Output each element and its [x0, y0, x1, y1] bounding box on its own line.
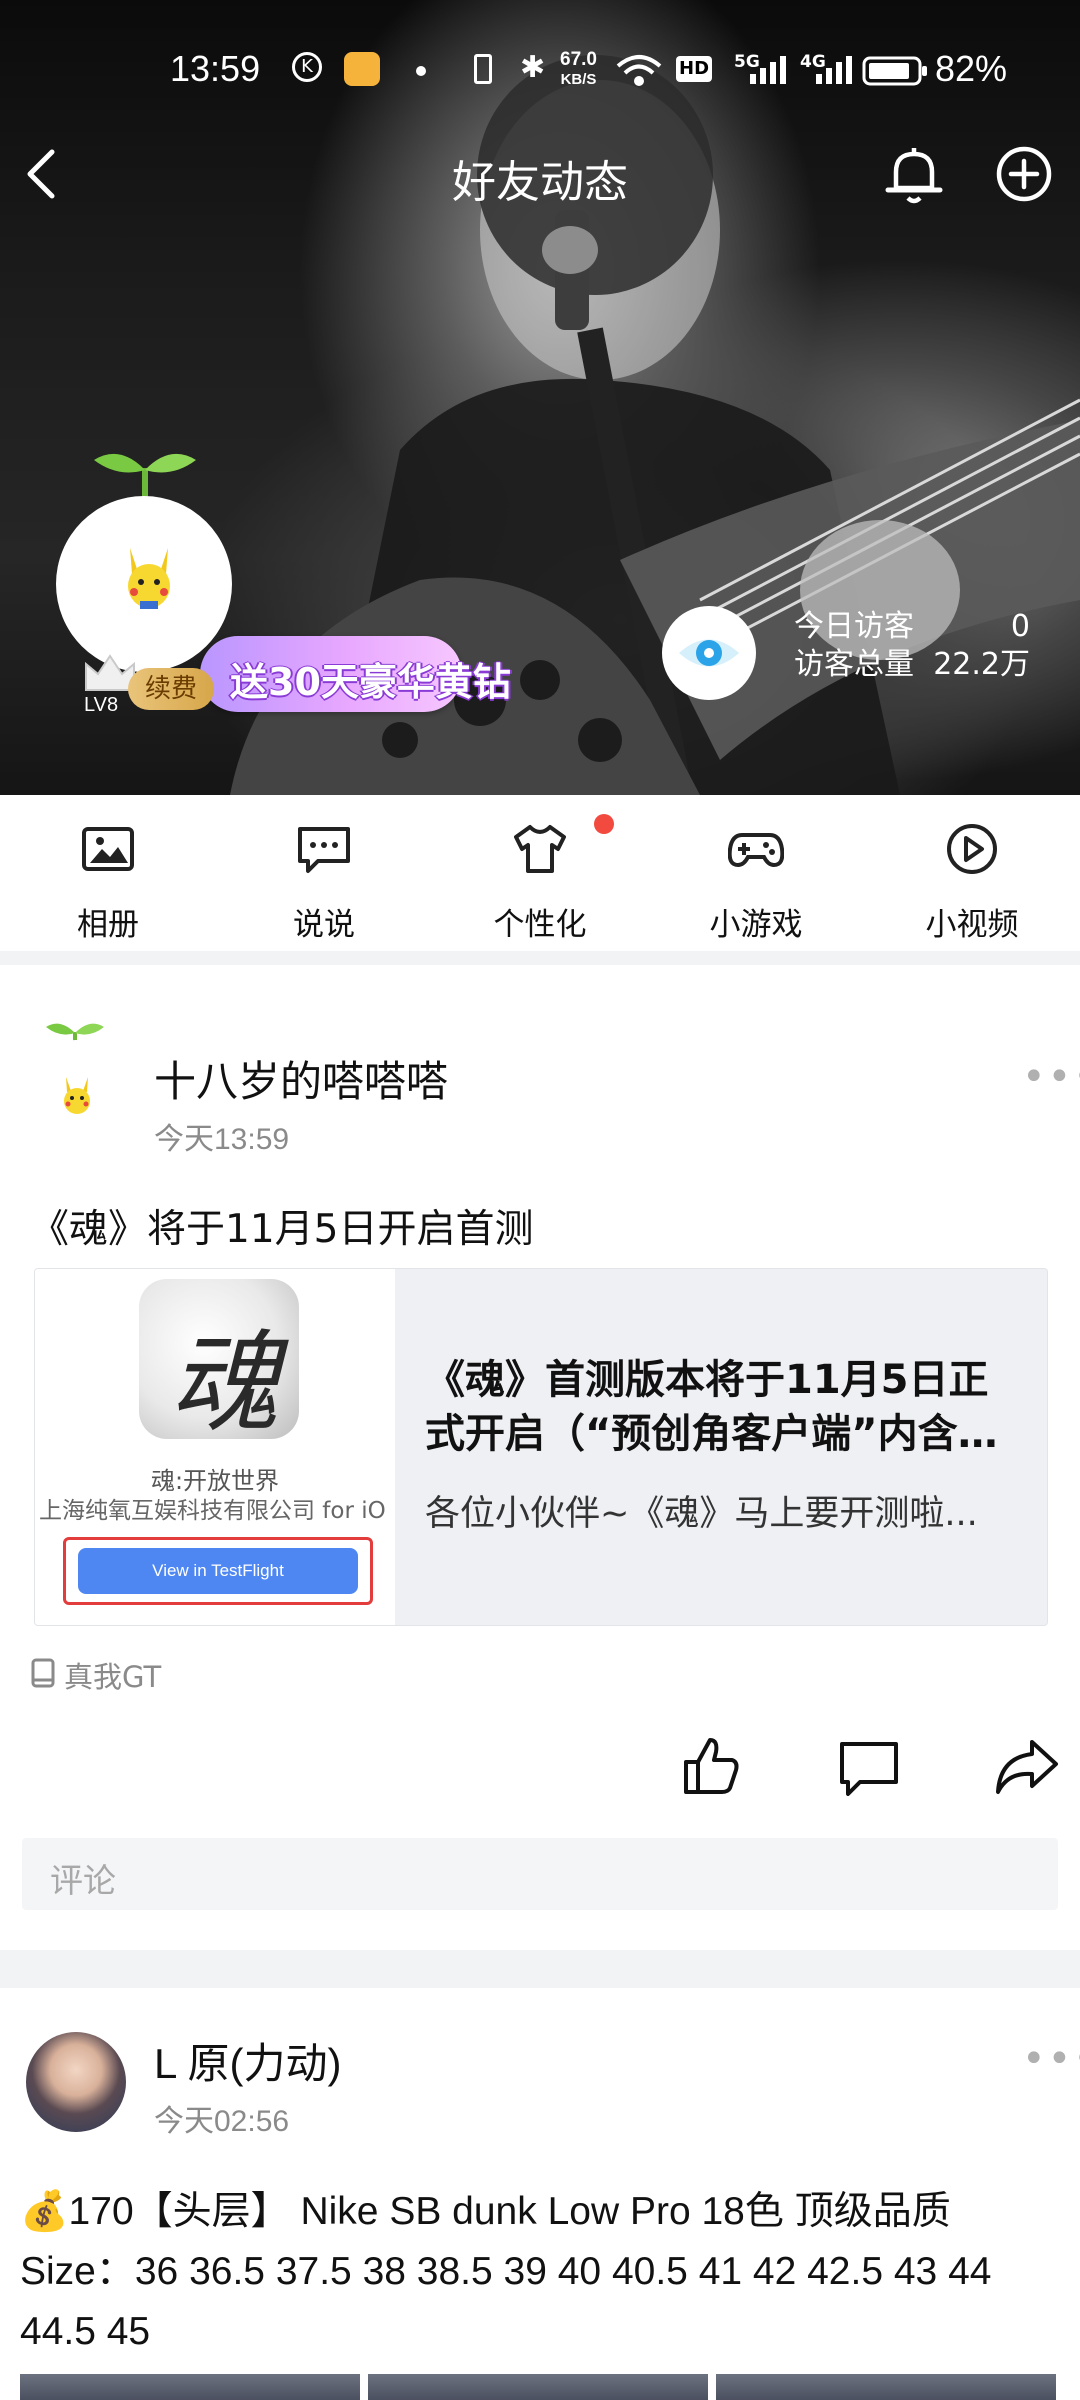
shortcut-moments-label: 说说: [293, 907, 355, 943]
post-image[interactable]: [368, 2374, 708, 2400]
post-image-strip: [20, 2374, 1060, 2400]
shortcut-bar: 相册 说说 个性化 小游戏 小视频: [0, 795, 1080, 951]
app-developer: 上海纯氧互娱科技有限公司 for iO: [39, 1498, 386, 1524]
highlight-frame: View in TestFlight: [63, 1537, 373, 1605]
personalize-badge: [594, 814, 614, 834]
shirt-icon: [514, 825, 566, 873]
renew-button[interactable]: 续费: [128, 668, 214, 710]
visitors-today-label: 今日访客: [794, 609, 914, 644]
status-bar: 13:59 K ✱ 67.0 KB/S HD 5G 4G 82%: [0, 42, 1080, 102]
visitors-total-row: 访客总量 22.2万: [794, 646, 1030, 684]
shortcut-album-label: 相册: [77, 907, 139, 943]
shared-description: 各位小伙伴~《魂》马上要开测啦...: [425, 1494, 978, 1534]
gamepad-icon: [728, 833, 784, 868]
comment-input[interactable]: 评论: [22, 1838, 1058, 1910]
comment-placeholder: 评论: [50, 1861, 116, 1900]
post-time: 今天13:59: [154, 1123, 290, 1156]
vibrate-icon: [474, 54, 492, 84]
weibo-icon: [344, 52, 380, 86]
author-avatar[interactable]: [26, 2032, 126, 2132]
shared-title: 《魂》首测版本将于11月5日正式开启（“预创角客户端”内含…: [425, 1357, 998, 1457]
comment-icon[interactable]: [838, 1740, 900, 1796]
author-name[interactable]: L 原(力动): [154, 2030, 341, 2091]
notification-dot-icon: [416, 66, 426, 76]
shortcut-mini-games-label: 小游戏: [709, 907, 803, 943]
bell-icon[interactable]: [884, 144, 944, 206]
shortcut-moments[interactable]: 说说: [216, 795, 432, 951]
status-time: 13:59: [170, 48, 261, 89]
post-text: 《魂》将于11月5日开启首测: [30, 1207, 534, 1252]
hd-badge: HD: [676, 56, 713, 82]
k-app-icon: K: [292, 52, 322, 82]
shortcut-short-video[interactable]: 小视频: [864, 795, 1080, 951]
shortcut-personalize[interactable]: 个性化: [432, 795, 648, 951]
shared-link-card[interactable]: 魂 魂:开放世界 上海纯氧互娱科技有限公司 for iO View in Tes…: [34, 1268, 1048, 1626]
testflight-button: View in TestFlight: [78, 1548, 358, 1594]
cover-photo[interactable]: 13:59 K ✱ 67.0 KB/S HD 5G 4G 82% 好友动态 送3…: [0, 0, 1080, 795]
vip-level-label: LV8: [84, 694, 119, 716]
more-options-icon[interactable]: •••: [1022, 1054, 1080, 1100]
app-icon: 魂: [139, 1279, 299, 1439]
photo-icon: [82, 827, 134, 871]
device-label: 真我GT: [64, 1660, 162, 1694]
shortcut-short-video-label: 小视频: [925, 907, 1019, 943]
vip-promo-banner[interactable]: 送30天豪华黄钻: [200, 636, 511, 712]
eye-icon: [679, 639, 739, 667]
network-speed: 67.0 KB/S: [560, 50, 597, 89]
visitors-button[interactable]: [662, 606, 756, 700]
more-options-icon[interactable]: •••: [1022, 2036, 1080, 2082]
post-time: 今天02:56: [154, 2105, 290, 2138]
author-avatar[interactable]: [26, 1040, 126, 1140]
battery-icon: [862, 56, 927, 86]
bluetooth-icon: ✱: [520, 50, 546, 85]
signal-4g-icon: [816, 56, 852, 84]
vip-promo-text: 送30天豪华黄钻: [230, 660, 511, 704]
like-icon[interactable]: [680, 1734, 742, 1796]
visitors-today-row: 今日访客 0: [794, 608, 1030, 646]
pikachu-avatar-icon: [64, 1077, 90, 1114]
play-icon: [947, 824, 997, 874]
network-speed-value: 67.0: [560, 49, 597, 70]
author-name[interactable]: 十八岁的嗒嗒嗒: [154, 1048, 448, 1109]
network-speed-unit: KB/S: [560, 71, 597, 88]
shortcut-personalize-label: 个性化: [493, 907, 587, 943]
profile-avatar[interactable]: [56, 496, 232, 672]
app-icon-glyph: 魂: [169, 1319, 279, 1439]
visitors-today-value: 0: [1010, 609, 1030, 644]
sprout-icon: [94, 453, 196, 500]
post-image[interactable]: [716, 2374, 1056, 2400]
battery-percent: 82%: [935, 48, 1008, 89]
shared-preview-image: 魂 魂:开放世界 上海纯氧互娱科技有限公司 for iO View in Tes…: [35, 1269, 395, 1625]
phone-icon: [31, 1658, 55, 1688]
post-image[interactable]: [20, 2374, 360, 2400]
chat-bubble-icon: [298, 827, 350, 873]
visitors-total-value: 22.2万: [933, 647, 1030, 682]
plus-circle-icon[interactable]: [994, 144, 1054, 204]
visitors-total-label: 访客总量: [794, 647, 914, 682]
pikachu-avatar-icon: [128, 548, 170, 609]
signal-5g-icon: [750, 56, 786, 84]
share-icon[interactable]: [994, 1738, 1060, 1796]
wifi-icon: [616, 55, 662, 86]
shortcut-mini-games[interactable]: 小游戏: [648, 795, 864, 951]
post-text: 💰170【头层】 Nike SB dunk Low Pro 18色 顶级品质 S…: [20, 2190, 992, 2353]
shortcut-album[interactable]: 相册: [0, 795, 216, 951]
visitor-stats[interactable]: 今日访客 0 访客总量 22.2万: [794, 608, 1030, 684]
